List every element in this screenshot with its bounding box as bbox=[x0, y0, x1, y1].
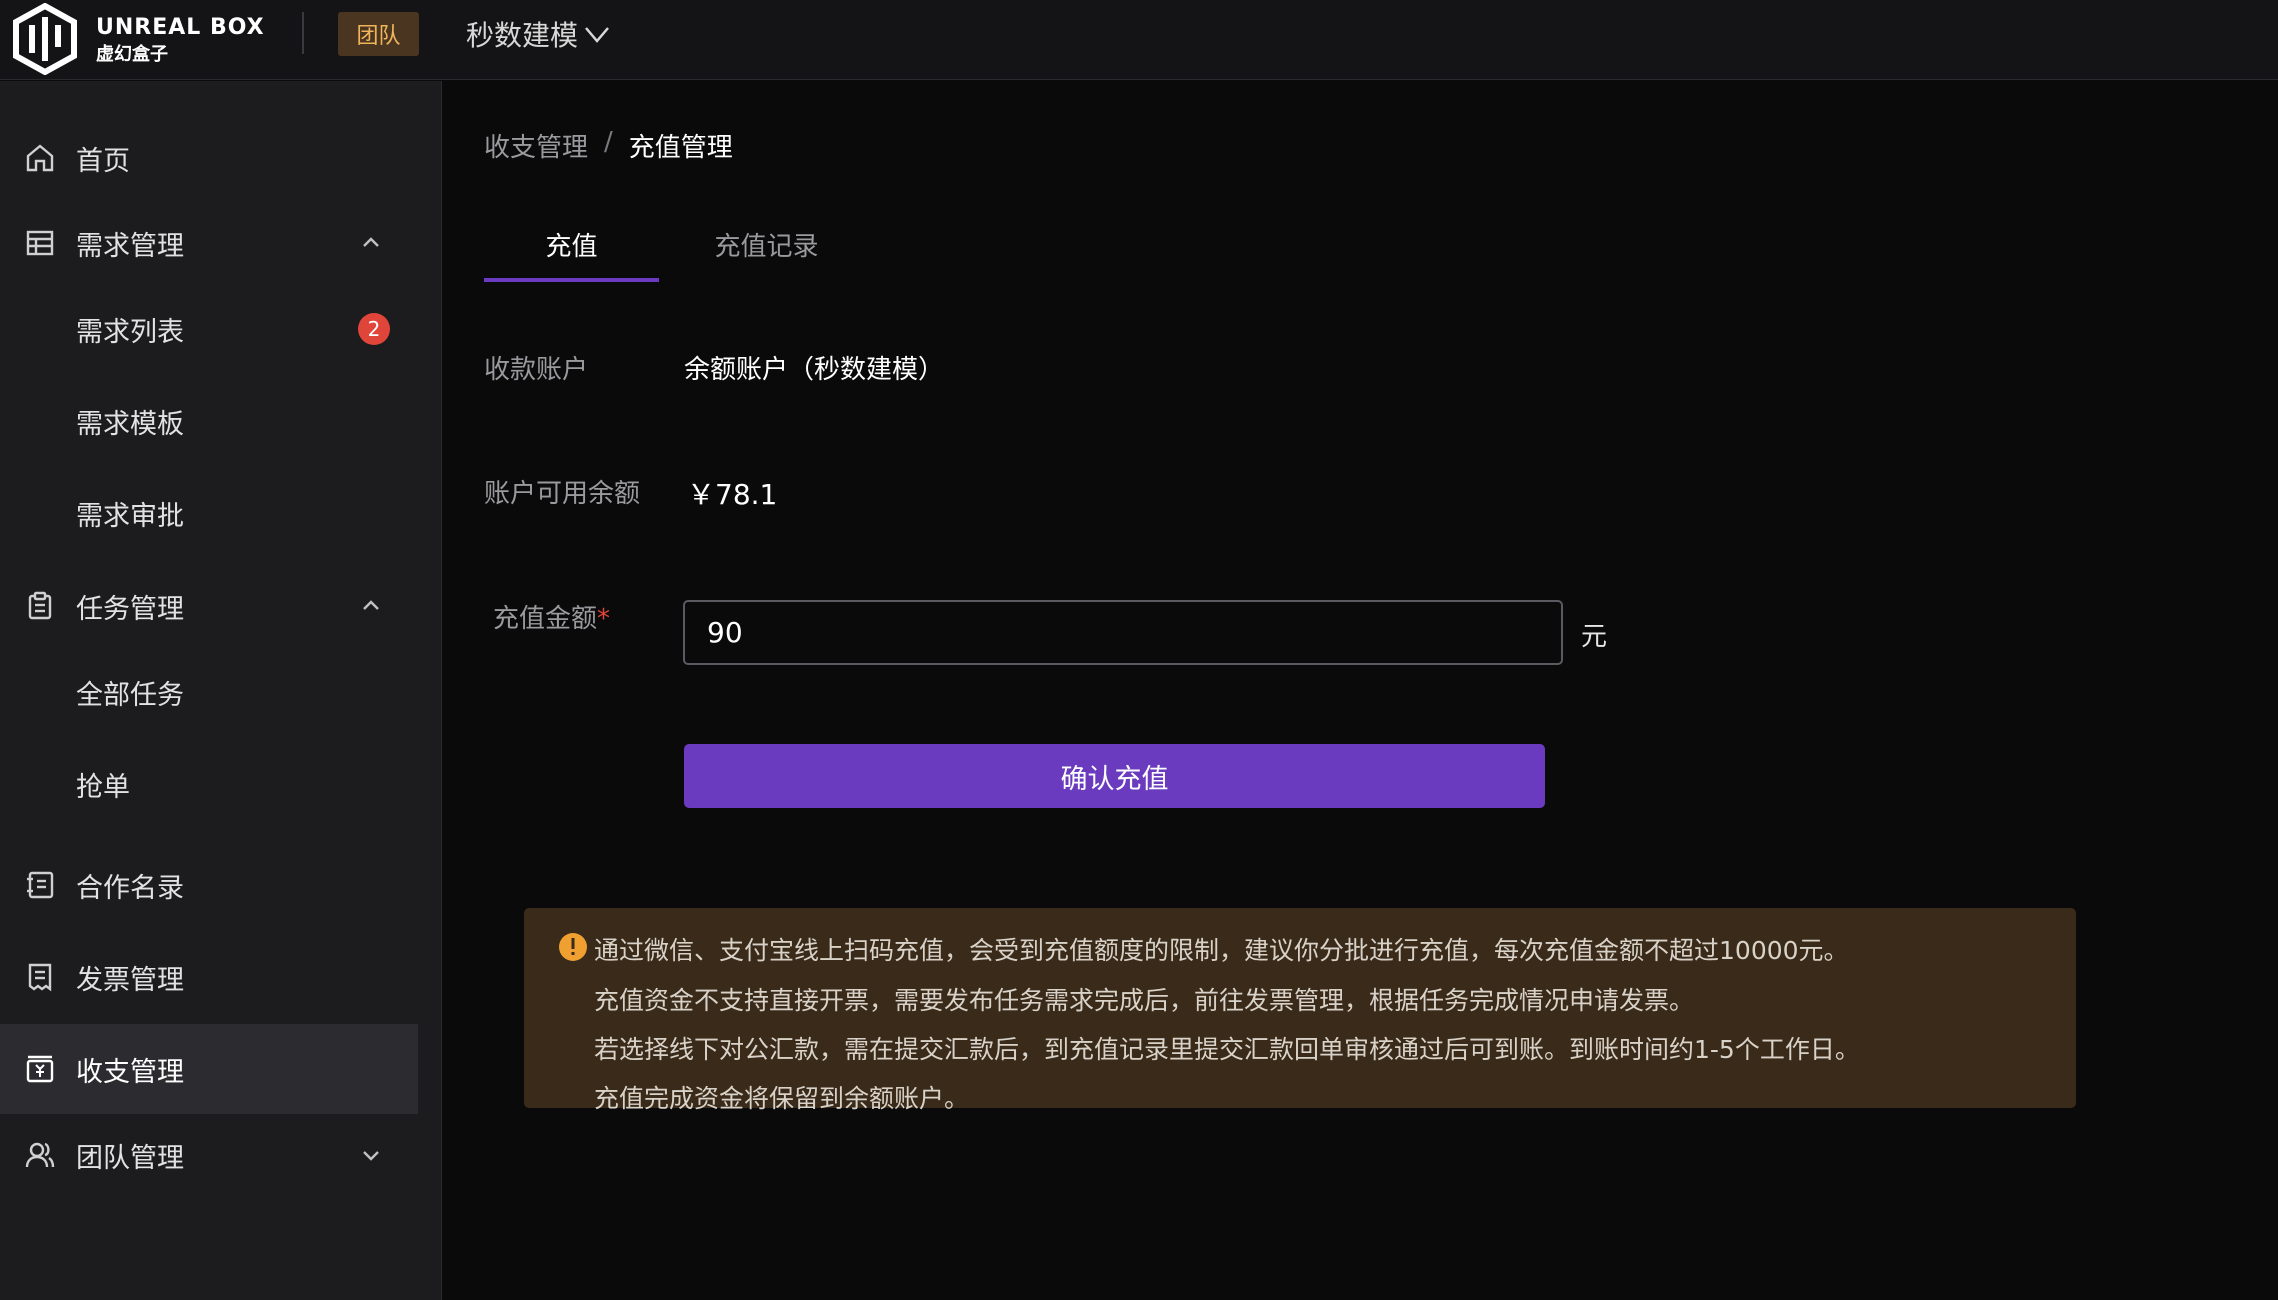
tab-recharge-records[interactable]: 充值记录 bbox=[679, 206, 854, 282]
invoice-icon bbox=[28, 963, 52, 992]
sidebar-item-label: 需求管理 bbox=[76, 230, 184, 262]
account-label: 收款账户 bbox=[484, 355, 589, 385]
breadcrumb-parent-link[interactable]: 收支管理 bbox=[484, 127, 588, 164]
chevron-up-icon bbox=[363, 237, 379, 247]
breadcrumb-current: 充值管理 bbox=[628, 133, 733, 163]
balance-label: 账户可用余额 bbox=[484, 479, 641, 509]
sidebar-item-label: 抢单 bbox=[76, 771, 130, 803]
team-switcher[interactable]: 秒数建模 bbox=[466, 14, 612, 54]
sidebar-item-partners[interactable]: 合作名录 bbox=[0, 840, 418, 930]
contacts-icon bbox=[27, 871, 54, 899]
clipboard-icon bbox=[28, 591, 52, 620]
sidebar-item-label: 任务管理 bbox=[76, 593, 184, 625]
sidebar-item-all-tasks[interactable]: 全部任务 bbox=[0, 647, 418, 737]
amount-label: 充值金额 bbox=[493, 604, 598, 634]
main-content: 收支管理 / 充值管理 充值 充值记录 收款账户 余额账户（秒数建模） 账户可用… bbox=[443, 81, 2278, 1300]
header-divider bbox=[302, 12, 304, 54]
sidebar-item-task-management[interactable]: 任务管理 bbox=[0, 561, 418, 651]
sidebar-item-label: 团队管理 bbox=[76, 1142, 184, 1174]
notice-line: 充值完成资金将保留到余额账户。 bbox=[594, 1084, 970, 1113]
breadcrumb-separator: / bbox=[604, 127, 613, 157]
sidebar-item-demand-template[interactable]: 需求模板 bbox=[0, 376, 418, 466]
sidebar-item-label: 全部任务 bbox=[76, 679, 184, 711]
top-bar: UNREAL BOX 虚幻盒子 团队 秒数建模 bbox=[0, 0, 2278, 80]
sidebar: 首页 需求管理 需求列表 2 需求模板 需求审批 任务管理 全部任务 抢单 合作… bbox=[0, 81, 442, 1300]
chevron-down-icon bbox=[585, 27, 609, 43]
sidebar-item-label: 首页 bbox=[76, 145, 130, 177]
recharge-amount-input[interactable] bbox=[683, 600, 1563, 665]
sidebar-item-demand-approval[interactable]: 需求审批 bbox=[0, 468, 418, 558]
sidebar-item-label: 需求审批 bbox=[76, 500, 184, 532]
notice-line: 充值资金不支持直接开票，需要发布任务需求完成后，前往发票管理，根据任务完成情况申… bbox=[594, 986, 1695, 1015]
sidebar-item-demand-list[interactable]: 需求列表 2 bbox=[0, 284, 418, 374]
users-icon bbox=[25, 1142, 55, 1168]
amount-label-wrap: 充值金额* bbox=[493, 598, 610, 635]
team-name: 秒数建模 bbox=[466, 19, 579, 52]
sidebar-item-label: 合作名录 bbox=[76, 872, 184, 904]
required-mark: * bbox=[597, 604, 611, 634]
sidebar-item-label: 收支管理 bbox=[76, 1056, 184, 1088]
currency-unit: 元 bbox=[1581, 622, 1608, 652]
sidebar-item-home[interactable]: 首页 bbox=[0, 113, 418, 203]
table-icon bbox=[26, 230, 54, 256]
sidebar-item-invoice-management[interactable]: 发票管理 bbox=[0, 932, 418, 1022]
notice-line: 若选择线下对公汇款，需在提交汇款后，到充值记录里提交汇款回单审核通过后可到账。到… bbox=[594, 1035, 1860, 1064]
sidebar-item-team-management[interactable]: 团队管理 bbox=[0, 1110, 418, 1200]
chevron-up-icon bbox=[363, 600, 379, 610]
home-icon bbox=[26, 144, 54, 172]
account-value: 余额账户（秒数建模） bbox=[684, 355, 945, 385]
balance-value: ￥78.1 bbox=[687, 478, 778, 511]
sidebar-item-finance-management[interactable]: 收支管理 bbox=[0, 1024, 418, 1114]
warning-icon bbox=[559, 933, 587, 961]
active-tab-indicator bbox=[484, 278, 659, 282]
tab-recharge[interactable]: 充值 bbox=[484, 206, 659, 282]
sidebar-item-label: 发票管理 bbox=[76, 964, 184, 996]
notice-line: 通过微信、支付宝线上扫码充值，会受到充值额度的限制，建议你分批进行充值，每次充值… bbox=[594, 936, 1849, 965]
brand-name-en: UNREAL BOX bbox=[96, 15, 265, 40]
breadcrumb: 收支管理 / 充值管理 bbox=[484, 127, 733, 164]
unreal-box-logo-icon[interactable] bbox=[12, 3, 78, 75]
wallet-icon bbox=[26, 1055, 54, 1083]
chevron-down-icon bbox=[363, 1151, 379, 1161]
team-badge: 团队 bbox=[338, 12, 419, 56]
recharge-notice: 通过微信、支付宝线上扫码充值，会受到充值额度的限制，建议你分批进行充值，每次充值… bbox=[524, 908, 2076, 1113]
sidebar-item-label: 需求列表 bbox=[76, 316, 184, 348]
brand-name-cn: 虚幻盒子 bbox=[96, 44, 168, 65]
count-badge: 2 bbox=[358, 313, 390, 345]
confirm-recharge-button[interactable]: 确认充值 bbox=[684, 744, 1545, 808]
sidebar-item-label: 需求模板 bbox=[76, 408, 184, 440]
sidebar-item-grab-order[interactable]: 抢单 bbox=[0, 739, 418, 829]
sidebar-item-demand-management[interactable]: 需求管理 bbox=[0, 198, 418, 288]
